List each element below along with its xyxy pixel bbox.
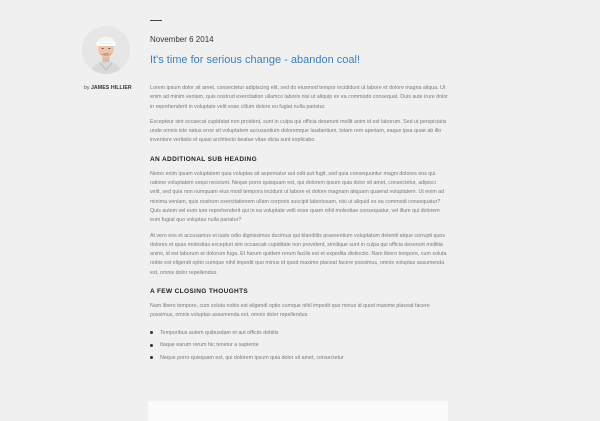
- title-rule: [150, 20, 162, 21]
- byline-prefix: by: [84, 85, 90, 91]
- sub-heading: A FEW CLOSING THOUGHTS: [150, 288, 249, 296]
- blog-post-page: by JAMES HILLIER November 6 2014 It's ti…: [0, 0, 600, 421]
- body-paragraph: Nam libero tempore, cum soluta nobis est…: [150, 303, 430, 319]
- body-paragraph: At vero eos et accusamus et iusto odio d…: [150, 232, 447, 276]
- bullet-item: Neque porro quisquam est, qui dolorem ip…: [150, 352, 448, 365]
- author-avatar[interactable]: [82, 26, 130, 74]
- post-title[interactable]: It's time for serious change - abandon c…: [150, 54, 448, 66]
- bullet-item: Temporibus autem quibusdam et aut offici…: [150, 327, 448, 340]
- body-paragraph: Lorem ipsum dolor sit amet, consectetur …: [150, 85, 448, 110]
- author-sidebar: by JAMES HILLIER: [76, 26, 136, 91]
- author-byline: by JAMES HILLIER: [76, 85, 136, 91]
- next-section-card: [148, 401, 448, 421]
- bullet-item: Itaque earum rerum hic tenetur a sapient…: [150, 339, 448, 352]
- body-paragraph: Excepteur sint occaecat cupidatat non pr…: [150, 118, 447, 144]
- article: November 6 2014 It's time for serious ch…: [150, 20, 448, 364]
- author-name[interactable]: JAMES HILLIER: [91, 85, 132, 91]
- bullet-list: Temporibus autem quibusdam et aut offici…: [150, 327, 448, 365]
- body-paragraph: Nemo enim ipsam voluptatem quia voluptas…: [150, 170, 445, 224]
- sub-heading: AN ADDITIONAL SUB HEADING: [150, 155, 257, 163]
- post-date: November 6 2014: [150, 35, 214, 44]
